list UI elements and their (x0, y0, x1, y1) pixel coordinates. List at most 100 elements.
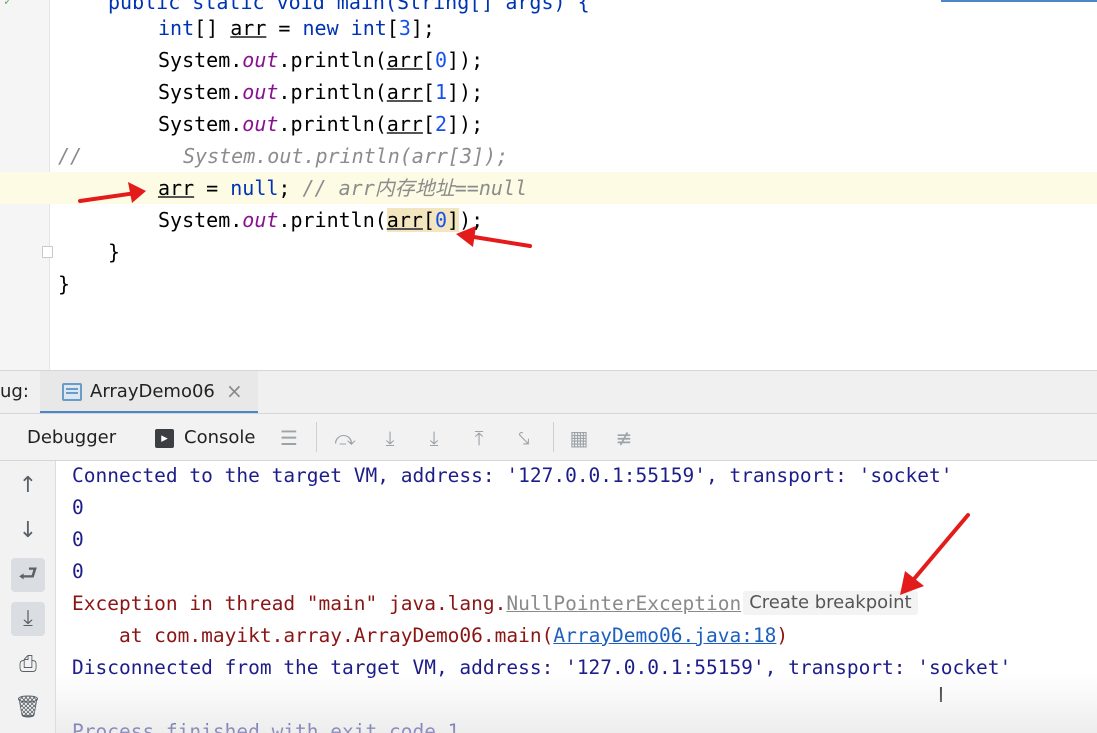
code-token: arr (386, 112, 423, 136)
code-token: arr (158, 176, 195, 200)
code-line[interactable]: // System.out.println(arr[3]); (0, 140, 1097, 172)
trash-icon[interactable]: 🗑 (11, 691, 45, 725)
code-token: 0 (434, 48, 448, 72)
code-token: out (242, 208, 279, 232)
code-token: System.out.println(arr[3]); (183, 144, 509, 168)
text-cursor-icon: I (938, 683, 944, 707)
menu-lines-icon[interactable]: ☰ (277, 426, 301, 450)
code-token: .println( (278, 112, 387, 136)
code-token: int (158, 16, 195, 40)
debug-tool-window-header: ug: ArrayDemo06 × (0, 370, 1097, 414)
arrow-down-icon[interactable]: ↓ (11, 514, 45, 548)
console-line: 0 (72, 560, 84, 583)
force-step-into-icon[interactable]: ⤓ (422, 426, 446, 450)
toolbar-divider (316, 422, 317, 452)
app-config-icon (62, 383, 82, 401)
code-token: 3 (398, 16, 411, 40)
code-token: ]; (410, 16, 435, 40)
close-icon[interactable]: × (226, 379, 243, 403)
code-line[interactable]: } (0, 236, 1097, 268)
code-token: 1 (434, 80, 448, 104)
code-token: [ (386, 16, 399, 40)
code-text: int[] arr = new int[3]; (158, 12, 435, 44)
soft-wrap-icon[interactable]: ⮐ (11, 558, 45, 592)
console-stack-frame: at com.mayikt.array.ArrayDemo06.main(Arr… (72, 620, 788, 652)
code-token: // arr内存地址==null (302, 176, 528, 200)
stack-frame-suffix: ) (776, 624, 789, 647)
code-token: [ (422, 112, 435, 136)
closing-brace: } (108, 240, 121, 264)
code-text: System.out.println(arr[3]); (183, 140, 508, 172)
code-token: ); (459, 208, 484, 232)
code-token: 0 (434, 208, 448, 232)
debug-toolbar: Debugger ▸ Console ☰ ⤼ ⤓ ⤓ ⤒ ⤥ ▦ ≢ (0, 413, 1097, 461)
step-into-icon[interactable]: ⤓ (378, 426, 402, 450)
console-exception-line: Exception in thread "main" java.lang.Nul… (72, 588, 918, 620)
create-breakpoint-button[interactable]: Create breakpoint (743, 591, 918, 615)
code-text: System.out.println(arr[0]); (158, 204, 483, 236)
console-icon: ▸ (155, 429, 174, 448)
closing-brace: } (58, 272, 71, 296)
code-token: arr (386, 208, 423, 232)
code-token: = (266, 16, 303, 40)
code-line[interactable]: System.out.println(arr[1]); (0, 76, 1097, 108)
console-line: Disconnected from the target VM, address… (72, 656, 1012, 679)
console-line: 0 (72, 528, 84, 551)
code-token: ] (447, 208, 460, 232)
console-line: Connected to the target VM, address: '12… (72, 464, 953, 487)
code-token: new (302, 16, 339, 40)
code-token: ]); (447, 112, 484, 136)
code-line[interactable]: int[] arr = new int[3]; (0, 12, 1097, 44)
code-token: [ (422, 80, 435, 104)
code-token: out (242, 80, 279, 104)
tab-debugger[interactable]: Debugger (27, 427, 116, 448)
code-line[interactable]: System.out.println(arr[0]); (0, 44, 1097, 76)
code-token: System. (158, 48, 243, 72)
arrow-up-icon[interactable]: ↑ (11, 469, 45, 503)
code-line[interactable]: System.out.println(arr[0]); (0, 204, 1097, 236)
code-text: System.out.println(arr[1]); (158, 76, 483, 108)
code-token: System. (158, 112, 243, 136)
code-token: ]); (447, 80, 484, 104)
code-token: out (242, 48, 279, 72)
exception-prefix: Exception in thread "main" java.lang. (72, 592, 507, 615)
code-token: arr (386, 48, 423, 72)
console-line: Process finished with exit code 1 (72, 720, 460, 733)
evaluate-expression-icon[interactable]: ▦ (567, 426, 591, 450)
step-over-icon[interactable]: ⤼ (333, 426, 357, 450)
code-token: [ (422, 48, 435, 72)
print-icon[interactable]: ⎙ (11, 648, 45, 682)
run-to-cursor-icon[interactable]: ⤥ (512, 426, 536, 450)
debug-label: ug: (0, 381, 29, 402)
code-editor[interactable]: ✓ public static void main(String[] args)… (0, 0, 1097, 370)
stack-frame-link[interactable]: ArrayDemo06.java:18 (553, 624, 776, 647)
code-token: System. (158, 208, 243, 232)
toolbar-divider (553, 422, 554, 452)
step-out-icon[interactable]: ⤒ (467, 426, 491, 450)
tab-console[interactable]: Console (184, 427, 255, 448)
code-token: out (242, 112, 279, 136)
line-comment-prefix: // (58, 144, 83, 168)
code-token: int (350, 16, 387, 40)
code-text: System.out.println(arr[2]); (158, 108, 483, 140)
code-token: .println( (278, 208, 387, 232)
code-token: 2 (434, 112, 448, 136)
code-token: .println( (278, 80, 387, 104)
console-output[interactable]: Connected to the target VM, address: '12… (56, 461, 1097, 733)
scroll-to-end-icon[interactable]: ⤓ (11, 602, 45, 636)
code-line[interactable]: } (0, 268, 1097, 300)
code-line[interactable]: System.out.println(arr[2]); (0, 108, 1097, 140)
code-token: System. (158, 80, 243, 104)
code-token: [] (194, 16, 231, 40)
stack-frame-prefix: at com.mayikt.array.ArrayDemo06.main( (72, 624, 554, 647)
code-token: arr (386, 80, 423, 104)
code-line-current[interactable]: arr = null; // arr内存地址==null (0, 172, 1097, 204)
code-token: [ (422, 208, 435, 232)
trace-icon[interactable]: ≢ (612, 426, 636, 450)
code-token: ]); (447, 48, 484, 72)
code-text: arr = null; // arr内存地址==null (158, 172, 527, 204)
tab-debug-session[interactable]: ArrayDemo06 × (40, 371, 258, 414)
exception-class-link[interactable]: NullPointerException (506, 592, 741, 615)
console-side-toolbar: ↑ ↓ ⮐ ⤓ ⎙ 🗑 (0, 461, 56, 733)
